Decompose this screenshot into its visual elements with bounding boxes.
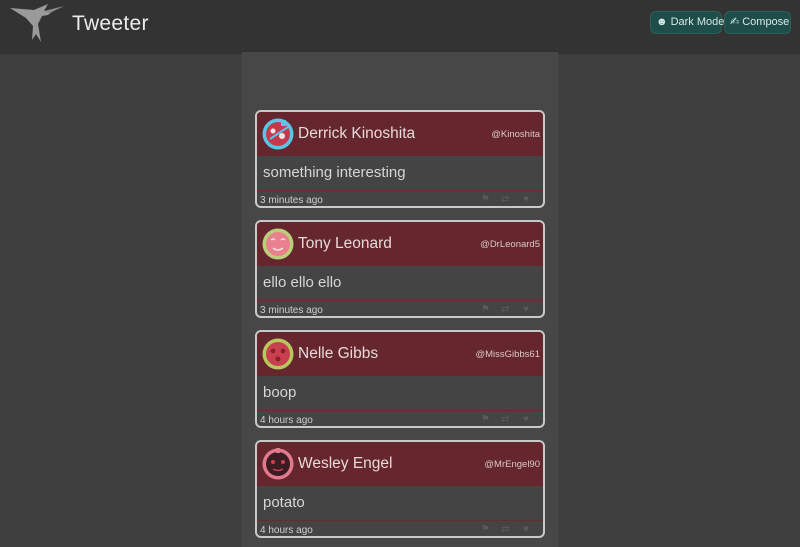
flag-icon[interactable]: ⚑ bbox=[481, 524, 490, 535]
tweet-timestamp: 3 minutes ago bbox=[260, 195, 323, 206]
retweet-icon[interactable]: ⇄ bbox=[501, 524, 509, 535]
tweet-timestamp: 4 hours ago bbox=[260, 415, 313, 426]
heart-icon[interactable]: ♥ bbox=[523, 524, 529, 535]
tweet-text: boop bbox=[263, 384, 297, 401]
tweet-header: Tony Leonard @DrLeonard5 bbox=[257, 222, 543, 266]
dark-mode-button[interactable]: ☻ Dark Mode bbox=[650, 11, 725, 34]
flag-icon[interactable]: ⚑ bbox=[481, 194, 490, 205]
avatar bbox=[262, 448, 294, 480]
tweet-card: Wesley Engel @MrEngel90 potato 4 hours a… bbox=[255, 440, 545, 538]
tweet-text: potato bbox=[263, 494, 305, 511]
avatar bbox=[262, 338, 294, 370]
retweet-icon[interactable]: ⇄ bbox=[501, 414, 509, 425]
heart-icon[interactable]: ♥ bbox=[523, 414, 529, 425]
tweet-author-name: Wesley Engel bbox=[298, 455, 393, 472]
tweet-author-handle: @Kinoshita bbox=[491, 129, 540, 140]
avatar bbox=[262, 228, 294, 260]
app-title[interactable]: Tweeter bbox=[72, 12, 149, 36]
flag-icon[interactable]: ⚑ bbox=[481, 414, 490, 425]
tweet-author-handle: @MissGibbs61 bbox=[475, 349, 540, 360]
writing-hand-icon: ✍ bbox=[730, 16, 740, 28]
heart-icon[interactable]: ♥ bbox=[523, 194, 529, 205]
tweet-author-name: Derrick Kinoshita bbox=[298, 125, 416, 142]
tweet-text: something interesting bbox=[263, 164, 406, 181]
tweet-card: Nelle Gibbs @MissGibbs61 boop 4 hours ag… bbox=[255, 330, 545, 428]
retweet-icon[interactable]: ⇄ bbox=[501, 304, 509, 315]
compose-label: Compose bbox=[742, 16, 790, 28]
tweet-header: Wesley Engel @MrEngel90 bbox=[257, 442, 543, 486]
tweet-footer: 4 hours ago ⚑ ⇄ ♥ bbox=[257, 520, 543, 536]
dark-mode-label: Dark Mode bbox=[670, 16, 725, 28]
flag-icon[interactable]: ⚑ bbox=[481, 304, 490, 315]
compose-button[interactable]: ✍ Compose bbox=[724, 11, 791, 34]
navbar: Tweeter ☻ Dark Mode ✍ Compose bbox=[0, 0, 800, 52]
heart-icon[interactable]: ♥ bbox=[523, 304, 529, 315]
retweet-icon[interactable]: ⇄ bbox=[501, 194, 509, 205]
tweet-card: Tony Leonard @DrLeonard5 ello ello ello … bbox=[255, 220, 545, 318]
moon-icon: ☻ bbox=[656, 16, 668, 28]
tweet-footer: 3 minutes ago ⚑ ⇄ ♥ bbox=[257, 190, 543, 206]
avatar bbox=[262, 118, 294, 150]
tweet-footer: 3 minutes ago ⚑ ⇄ ♥ bbox=[257, 300, 543, 316]
tweet-author-handle: @MrEngel90 bbox=[484, 459, 540, 470]
tweet-author-handle: @DrLeonard5 bbox=[480, 239, 540, 250]
tweet-author-name: Tony Leonard bbox=[298, 235, 392, 252]
tweet-text: ello ello ello bbox=[263, 274, 342, 291]
tweet-header: Nelle Gibbs @MissGibbs61 bbox=[257, 332, 543, 376]
tweet-timestamp: 4 hours ago bbox=[260, 525, 313, 536]
tweet-header: Derrick Kinoshita @Kinoshita bbox=[257, 112, 543, 156]
tweet-timestamp: 3 minutes ago bbox=[260, 305, 323, 316]
hummingbird-icon[interactable] bbox=[8, 2, 66, 44]
tweet-footer: 4 hours ago ⚑ ⇄ ♥ bbox=[257, 410, 543, 426]
tweet-author-name: Nelle Gibbs bbox=[298, 345, 379, 362]
tweet-card: Derrick Kinoshita @Kinoshita something i… bbox=[255, 110, 545, 208]
